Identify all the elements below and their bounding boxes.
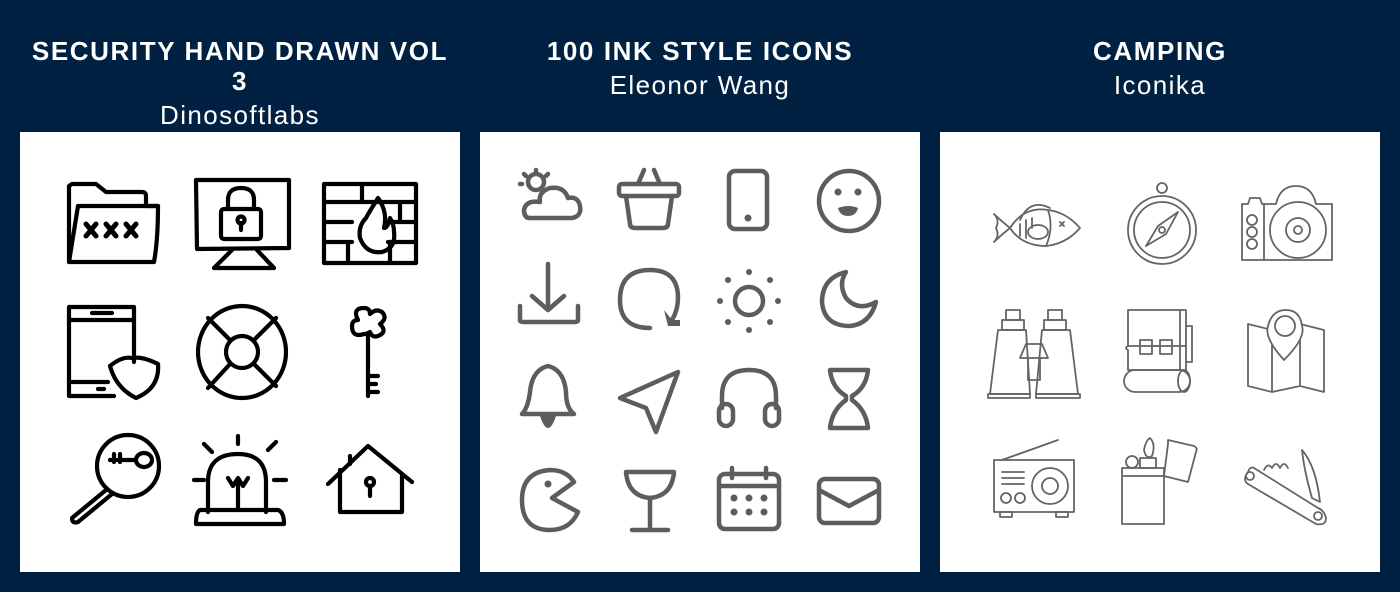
- key-icon: [348, 304, 390, 400]
- hourglass-icon: [826, 366, 872, 432]
- smiley-icon: [816, 168, 882, 234]
- backpack-icon: [1120, 306, 1198, 394]
- pack-title: CAMPING: [1093, 36, 1227, 66]
- icon-preview-panel[interactable]: [480, 132, 920, 572]
- icon-pack-card[interactable]: SECURITY HAND DRAWN VOL 3 Dinosoftlabs: [20, 0, 460, 572]
- calendar-icon: [716, 465, 782, 532]
- monitor-lock-icon: [193, 177, 292, 271]
- compass-icon: [1126, 182, 1198, 266]
- camera-icon: [1240, 184, 1334, 264]
- tablet-shield-icon: [66, 304, 162, 401]
- pack-header: 100 INK STYLE ICONS Eleonor Wang: [480, 0, 920, 132]
- pack-author: Iconika: [1113, 70, 1207, 100]
- pocket-knife-icon: [1240, 448, 1332, 526]
- folder-xxx-icon: [66, 180, 162, 266]
- map-pin-icon: [1246, 308, 1326, 396]
- pack-title: 100 INK STYLE ICONS: [546, 36, 854, 66]
- pacman-icon: [518, 467, 581, 533]
- fish-icon: [990, 198, 1082, 250]
- house-lock-icon: [325, 443, 415, 516]
- pack-header: CAMPING Iconika: [940, 0, 1380, 132]
- partly-cloudy-icon: [516, 167, 584, 222]
- pack-title: SECURITY HAND DRAWN VOL 3: [31, 36, 449, 96]
- binoculars-icon: [986, 308, 1082, 399]
- lifebuoy-icon: [195, 303, 289, 401]
- icon-preview-panel[interactable]: [940, 132, 1380, 572]
- icon-pack-card[interactable]: 100 INK STYLE ICONS Eleonor Wang: [480, 0, 920, 572]
- icon-preview-panel[interactable]: [20, 132, 460, 572]
- radio-icon: [992, 438, 1076, 518]
- sun-icon: [716, 268, 782, 334]
- mail-icon: [816, 476, 882, 526]
- siren-icon: [191, 433, 290, 527]
- download-icon: [516, 261, 582, 326]
- icon-pack-card[interactable]: CAMPING Iconika: [940, 0, 1380, 572]
- pack-author: Dinosoftlabs: [160, 100, 320, 130]
- firewall-icon: [321, 181, 419, 266]
- pack-header: SECURITY HAND DRAWN VOL 3 Dinosoftlabs: [20, 0, 460, 132]
- basket-icon: [616, 167, 682, 231]
- lighter-icon: [1116, 436, 1206, 528]
- bell-icon: [518, 363, 578, 428]
- refresh-icon: [616, 266, 682, 332]
- send-icon: [616, 368, 682, 435]
- headphones-icon: [716, 366, 782, 430]
- cocktail-glass-icon: [622, 468, 678, 534]
- phone-icon: [726, 168, 770, 232]
- pack-author: Eleonor Wang: [609, 70, 791, 100]
- search-key-icon: [66, 432, 162, 526]
- moon-icon: [818, 268, 880, 330]
